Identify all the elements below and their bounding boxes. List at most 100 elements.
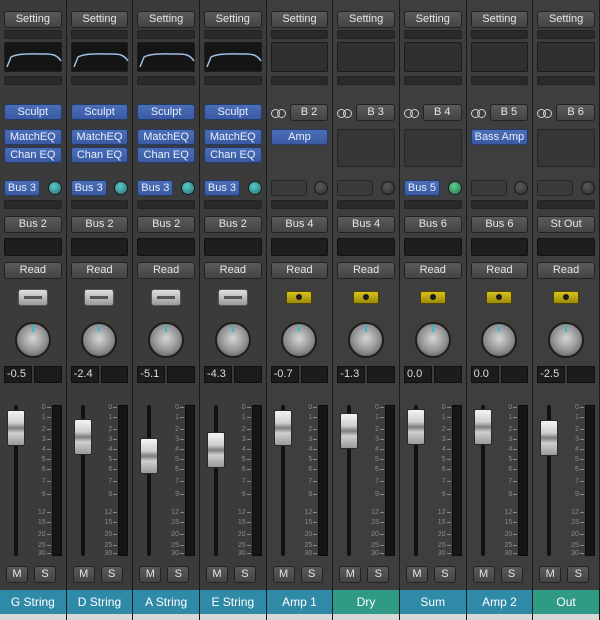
track-name[interactable]: Sum [399,590,466,614]
eq-thumbnail[interactable] [403,42,462,72]
group-slot[interactable] [470,238,529,256]
mute-button[interactable]: M [139,566,162,583]
solo-button[interactable]: S [167,566,190,583]
mute-button[interactable]: M [539,566,562,583]
audio-fx-plugin[interactable]: Amp [270,129,329,145]
link-icon[interactable] [470,108,487,118]
solo-button[interactable]: S [367,566,390,583]
solo-button[interactable]: S [567,566,590,583]
setting-button[interactable]: Setting [137,11,195,28]
solo-button[interactable]: S [300,566,323,583]
eq-thumbnail[interactable] [137,42,195,72]
setting-button[interactable]: Setting [337,11,395,28]
audio-fx-plugin[interactable]: Chan EQ [203,147,262,163]
track-name[interactable]: D String [66,590,133,614]
pan-knob[interactable] [81,322,118,358]
mute-button[interactable]: M [472,566,495,583]
group-slot[interactable] [137,238,195,256]
group-slot[interactable] [70,238,129,256]
output-selector[interactable]: St Out [537,216,595,233]
volume-fader[interactable] [73,419,92,456]
setting-button[interactable]: Setting [203,11,262,28]
output-selector[interactable]: Bus 2 [203,216,262,233]
send-level-knob[interactable] [47,181,62,195]
send-button[interactable]: Bus 3 [4,180,40,196]
mute-button[interactable]: M [205,566,228,583]
send-button[interactable]: Bus 3 [70,180,107,196]
group-slot[interactable] [270,238,329,256]
solo-button[interactable]: S [34,566,56,583]
send-level-knob[interactable] [114,181,129,195]
audio-fx-plugin[interactable]: MatchEQ [203,129,262,145]
send-button[interactable]: Bus 5 [403,180,440,196]
volume-fader[interactable] [273,410,292,447]
track-name[interactable]: E String [199,590,266,614]
eq-thumbnail[interactable] [70,42,129,72]
instrument-plugin[interactable]: Sculpt [137,104,195,120]
eq-thumbnail[interactable] [470,42,529,72]
automation-mode-button[interactable]: Read [470,262,529,279]
output-selector[interactable]: Bus 6 [403,216,462,233]
output-selector[interactable]: Bus 2 [137,216,195,233]
send-button[interactable]: Bus 3 [203,180,240,196]
send-slot[interactable] [337,180,374,196]
send-slot[interactable] [537,180,574,196]
eq-thumbnail[interactable] [337,42,395,72]
group-slot[interactable] [403,238,462,256]
setting-button[interactable]: Setting [270,11,329,28]
eq-thumbnail[interactable] [4,42,62,72]
audio-fx-plugin[interactable]: MatchEQ [70,129,129,145]
input-selector[interactable]: B 6 [556,104,595,121]
send-level-knob[interactable] [514,181,529,195]
volume-fader[interactable] [140,437,159,474]
automation-mode-button[interactable]: Read [203,262,262,279]
link-icon[interactable] [337,108,353,118]
automation-mode-button[interactable]: Read [70,262,129,279]
automation-mode-button[interactable]: Read [270,262,329,279]
send-level-knob[interactable] [447,181,462,195]
solo-button[interactable]: S [500,566,523,583]
send-slot[interactable] [470,180,507,196]
audio-fx-slot[interactable] [403,129,462,167]
pan-knob[interactable] [548,322,585,358]
automation-mode-button[interactable]: Read [4,262,62,279]
solo-button[interactable]: S [233,566,256,583]
audio-fx-plugin[interactable]: Bass Amp [470,129,529,145]
output-selector[interactable]: Bus 4 [270,216,329,233]
track-name[interactable]: Amp 2 [466,590,533,614]
output-selector[interactable]: Bus 6 [470,216,529,233]
mute-button[interactable]: M [339,566,362,583]
automation-mode-button[interactable]: Read [403,262,462,279]
track-name[interactable]: Out [533,590,599,614]
setting-button[interactable]: Setting [70,11,129,28]
send-slot[interactable] [270,180,307,196]
send-level-knob[interactable] [314,181,329,195]
mute-button[interactable]: M [72,566,95,583]
input-selector[interactable]: B 4 [422,104,462,121]
setting-button[interactable]: Setting [470,11,529,28]
group-slot[interactable] [337,238,395,256]
instrument-plugin[interactable]: Sculpt [4,104,62,120]
track-name[interactable]: G String [0,590,66,614]
send-button[interactable]: Bus 3 [137,180,174,196]
audio-fx-plugin[interactable]: Chan EQ [4,147,62,163]
group-slot[interactable] [203,238,262,256]
send-level-knob[interactable] [247,181,262,195]
send-level-knob[interactable] [180,181,195,195]
audio-fx-plugin[interactable]: MatchEQ [137,129,195,145]
track-name[interactable]: A String [133,590,199,614]
output-selector[interactable]: Bus 2 [4,216,62,233]
setting-button[interactable]: Setting [537,11,595,28]
audio-fx-plugin[interactable]: Chan EQ [70,147,129,163]
volume-fader[interactable] [340,412,359,449]
volume-fader[interactable] [540,420,559,456]
pan-knob[interactable] [214,322,251,358]
mute-button[interactable]: M [272,566,295,583]
pan-knob[interactable] [281,322,318,358]
pan-knob[interactable] [481,322,518,358]
automation-mode-button[interactable]: Read [337,262,395,279]
pan-knob[interactable] [148,322,185,358]
setting-button[interactable]: Setting [4,11,62,28]
mute-button[interactable]: M [6,566,28,583]
input-selector[interactable]: B 2 [289,104,329,121]
